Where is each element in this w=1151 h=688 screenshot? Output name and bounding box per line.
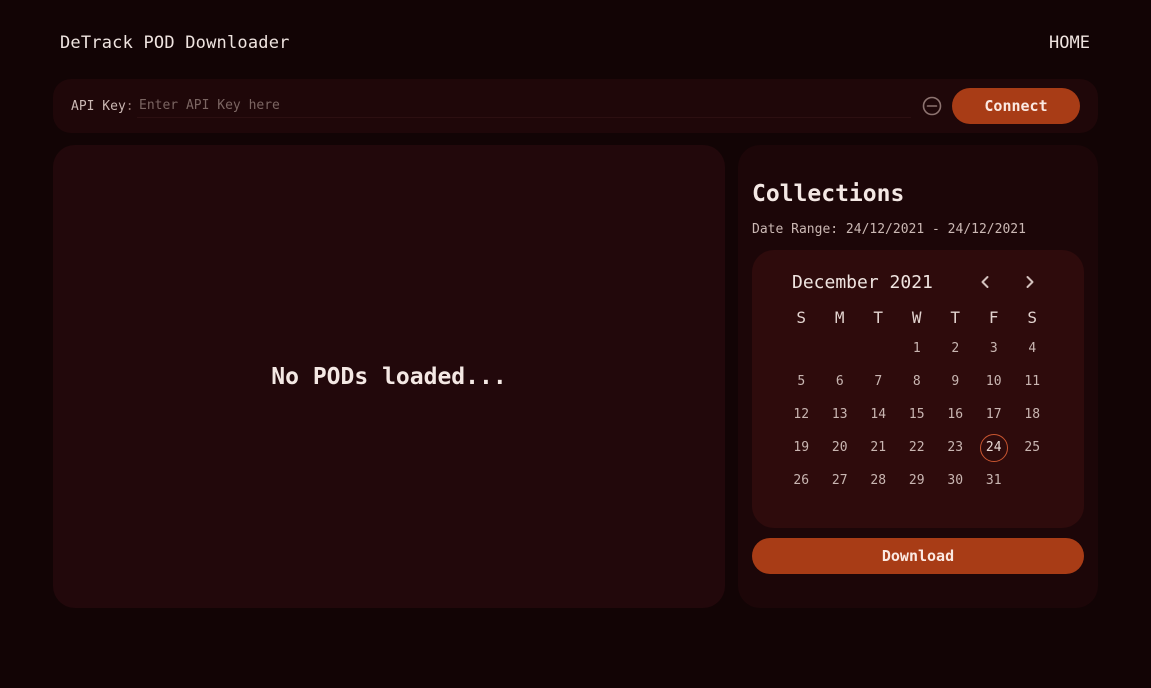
calendar-day-number: 16: [947, 407, 964, 422]
calendar-day-number: 3: [989, 341, 998, 356]
calendar-day-number: 20: [831, 440, 848, 455]
calendar-day[interactable]: 10: [975, 365, 1014, 398]
calendar-day-number: 1: [912, 341, 921, 356]
calendar-day-number: 26: [793, 473, 810, 488]
calendar-month-label: December 2021: [792, 272, 933, 293]
calendar-day-number: 30: [947, 473, 964, 488]
calendar-day-number: 29: [908, 473, 925, 488]
calendar-day[interactable]: 29: [898, 464, 937, 497]
pods-panel: No PODs loaded...: [53, 145, 725, 608]
calendar-day[interactable]: 7: [859, 365, 898, 398]
calendar-day-number: 13: [831, 407, 848, 422]
calendar-day[interactable]: 21: [859, 431, 898, 464]
calendar-day-number: 21: [870, 440, 887, 455]
api-key-input[interactable]: [137, 93, 911, 118]
calendar-day[interactable]: 8: [898, 365, 937, 398]
calendar-day[interactable]: 2: [936, 332, 975, 365]
api-key-bar: API Key: Connect: [53, 79, 1098, 133]
calendar-day-number: 22: [908, 440, 925, 455]
calendar-empty-cell: [821, 332, 860, 365]
calendar-day-number: 17: [985, 407, 1002, 422]
calendar-day-number: 4: [1028, 341, 1037, 356]
chevron-right-icon[interactable]: [1020, 272, 1040, 292]
calendar-day-number: 11: [1024, 374, 1041, 389]
calendar-day-number: 9: [951, 374, 960, 389]
calendar-weekday: T: [950, 308, 961, 327]
calendar-day[interactable]: 11: [1013, 365, 1052, 398]
calendar-day[interactable]: 6: [821, 365, 860, 398]
calendar-day[interactable]: 20: [821, 431, 860, 464]
calendar-weekday: S: [796, 308, 807, 327]
api-key-label-text: API Key: [71, 99, 126, 114]
calendar-day-number: 28: [870, 473, 887, 488]
calendar-day-number: 8: [912, 374, 921, 389]
chevron-left-icon[interactable]: [975, 272, 995, 292]
calendar-empty-cell: [859, 332, 898, 365]
calendar-days-grid: 1 2 3 4 5 6 7 8 9 10 11 12 13 14 15 16 17 18 19 20 21 22 23 24 2…: [782, 332, 1052, 497]
collections-panel: Collections Date Range: 24/12/2021 - 24/…: [738, 145, 1098, 608]
calendar-day-number: 12: [793, 407, 810, 422]
calendar-weekday: M: [834, 308, 845, 327]
calendar-day-number: 5: [797, 374, 806, 389]
calendar-weekday: F: [988, 308, 999, 327]
calendar-day[interactable]: 28: [859, 464, 898, 497]
calendar-weekday-row: SMTWTFS: [782, 308, 1052, 330]
calendar-weekday: T: [873, 308, 884, 327]
calendar-day[interactable]: 26: [782, 464, 821, 497]
calendar-day-number: 27: [831, 473, 848, 488]
calendar-day-number: 14: [870, 407, 887, 422]
calendar-day[interactable]: 15: [898, 398, 937, 431]
calendar-day-number: 18: [1024, 407, 1041, 422]
calendar-empty-cell: [782, 332, 821, 365]
calendar-day-number: 19: [793, 440, 810, 455]
app-title: DeTrack POD Downloader: [60, 33, 290, 53]
calendar-day[interactable]: 23: [936, 431, 975, 464]
calendar-day[interactable]: 17: [975, 398, 1014, 431]
download-button[interactable]: Download: [752, 538, 1084, 574]
calendar-day-selected[interactable]: 24: [975, 431, 1014, 464]
calendar-day[interactable]: 27: [821, 464, 860, 497]
calendar-day-number: 2: [951, 341, 960, 356]
calendar-day[interactable]: 14: [859, 398, 898, 431]
calendar-day[interactable]: 13: [821, 398, 860, 431]
calendar-day-number: 24: [979, 433, 1008, 462]
calendar-day[interactable]: 30: [936, 464, 975, 497]
calendar-day[interactable]: 25: [1013, 431, 1052, 464]
calendar-weekday: W: [911, 308, 922, 327]
calendar-day[interactable]: 5: [782, 365, 821, 398]
empty-state-message: No PODs loaded...: [271, 363, 507, 390]
calendar-day-number: 31: [985, 473, 1002, 488]
calendar-day[interactable]: 4: [1013, 332, 1052, 365]
calendar-day[interactable]: 18: [1013, 398, 1052, 431]
calendar-day[interactable]: 31: [975, 464, 1014, 497]
api-key-label: API Key:: [71, 99, 134, 114]
calendar-weekday: S: [1027, 308, 1038, 327]
date-range: Date Range: 24/12/2021 - 24/12/2021: [752, 222, 1026, 237]
api-key-label-separator: :: [125, 99, 134, 114]
connect-button[interactable]: Connect: [952, 88, 1080, 124]
calendar-day-number: 6: [835, 374, 844, 389]
calendar-day-number: 23: [947, 440, 964, 455]
calendar-day[interactable]: 3: [975, 332, 1014, 365]
calendar-day-number: 15: [908, 407, 925, 422]
minus-circle-icon[interactable]: [922, 96, 942, 116]
collections-title: Collections: [752, 181, 905, 207]
calendar-day-number: 25: [1024, 440, 1041, 455]
calendar-day[interactable]: 22: [898, 431, 937, 464]
calendar-day[interactable]: 1: [898, 332, 937, 365]
calendar-day-number: 7: [874, 374, 883, 389]
nav-home-link[interactable]: HOME: [1049, 33, 1090, 53]
date-range-value: 24/12/2021 - 24/12/2021: [845, 222, 1026, 237]
date-range-label: Date Range:: [752, 222, 839, 237]
calendar-day-number: 10: [985, 374, 1002, 389]
calendar: December 2021 SMTWTFS 1 2 3 4 5 6 7 8 9 10 11 12 13 1…: [752, 250, 1084, 528]
calendar-day[interactable]: 9: [936, 365, 975, 398]
calendar-day[interactable]: 16: [936, 398, 975, 431]
calendar-day[interactable]: 12: [782, 398, 821, 431]
calendar-day[interactable]: 19: [782, 431, 821, 464]
